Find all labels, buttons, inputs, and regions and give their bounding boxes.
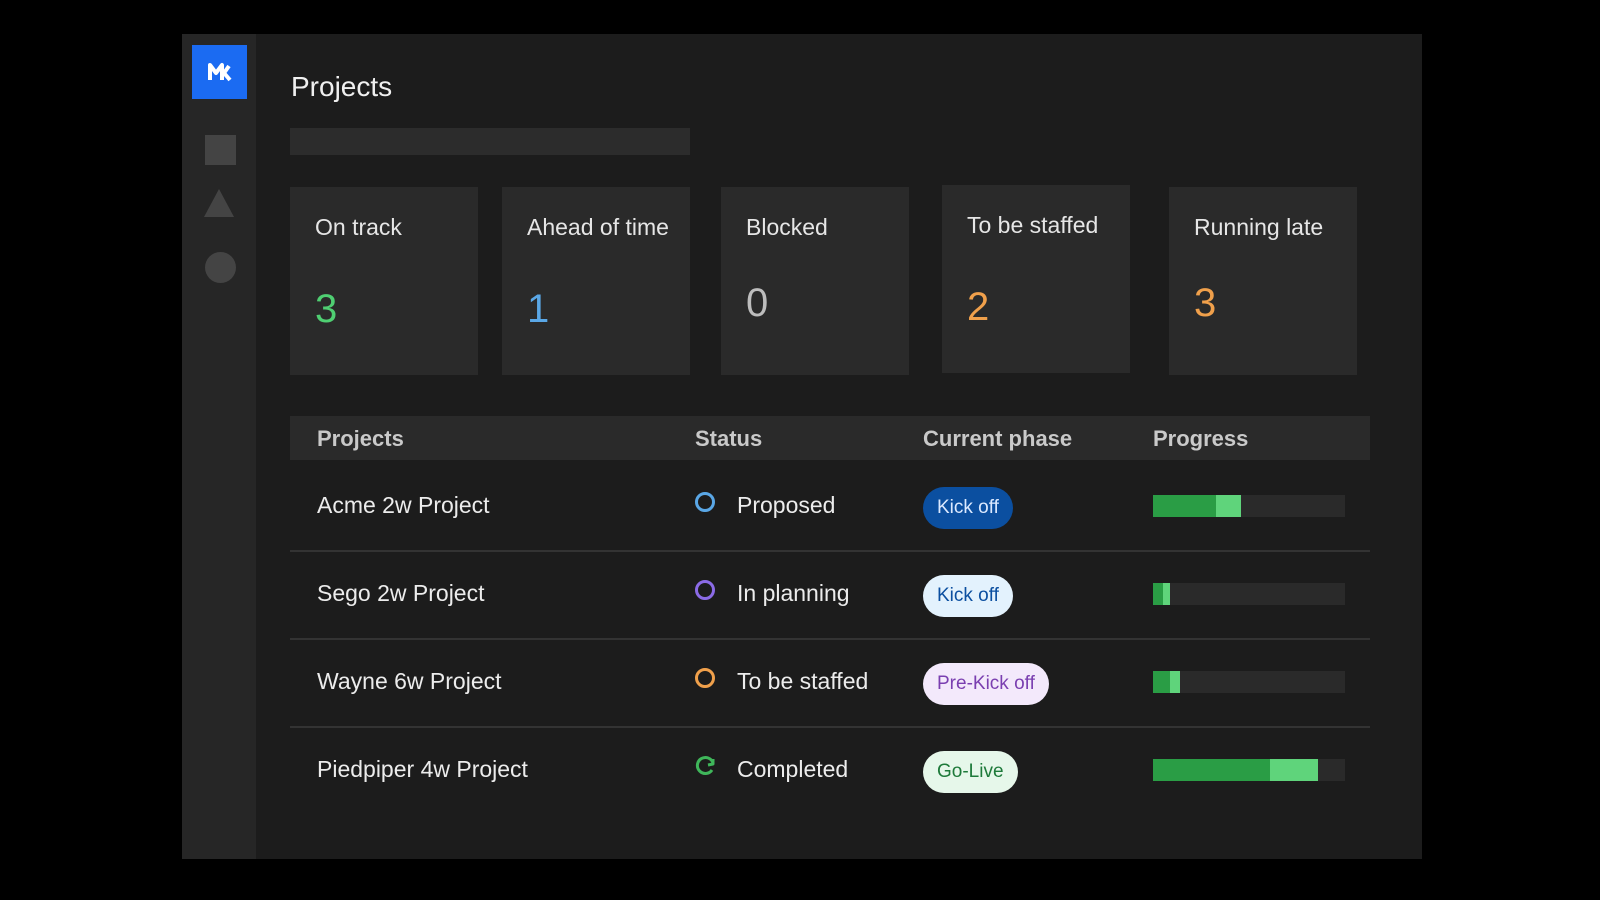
table-row[interactable]: Piedpiper 4w Project Completed Go-Live: [290, 726, 1370, 814]
summary-card-blocked[interactable]: Blocked 0: [721, 187, 909, 375]
card-value: 3: [1194, 281, 1217, 325]
table-header: Projects Status Current phase Progress: [290, 416, 1370, 460]
progress-complete: [1153, 583, 1163, 605]
circle-icon: [695, 580, 715, 600]
phase-pill[interactable]: Kick off: [923, 575, 1013, 617]
table-row[interactable]: Wayne 6w Project To be staffed Pre-Kick …: [290, 638, 1370, 728]
app-logo[interactable]: [192, 45, 247, 99]
progress-in-progress: [1216, 495, 1242, 517]
status-text: Completed: [737, 756, 849, 782]
phase-pill[interactable]: Go-Live: [923, 751, 1018, 793]
project-name[interactable]: Wayne 6w Project: [317, 668, 502, 695]
column-header-progress[interactable]: Progress: [1153, 426, 1248, 452]
summary-card-to-be-staffed[interactable]: To be staffed 2: [942, 185, 1130, 373]
progress-bar: [1153, 759, 1345, 781]
card-value: 1: [527, 287, 550, 331]
column-header-status[interactable]: Status: [695, 426, 762, 452]
card-value: 2: [967, 285, 990, 329]
phase-pill[interactable]: Kick off: [923, 487, 1013, 529]
triangle-icon[interactable]: [204, 189, 234, 217]
progress-bar: [1153, 671, 1345, 693]
app-window: Projects On track 3 Ahead of time 1 Bloc…: [182, 34, 1422, 859]
table-row[interactable]: Sego 2w Project In planning Kick off: [290, 550, 1370, 640]
progress-complete: [1153, 495, 1217, 517]
card-label: Blocked: [746, 214, 828, 240]
project-name[interactable]: Piedpiper 4w Project: [317, 756, 528, 783]
status-text: To be staffed: [737, 668, 869, 694]
logo-icon: [207, 63, 232, 82]
column-header-current-phase[interactable]: Current phase: [923, 426, 1072, 452]
project-name[interactable]: Sego 2w Project: [317, 580, 484, 607]
summary-card-on-track[interactable]: On track 3: [290, 187, 478, 375]
check-circle-icon: [695, 756, 715, 775]
left-rail: [182, 34, 256, 859]
progress-complete: [1153, 671, 1171, 693]
circle-icon[interactable]: [205, 252, 236, 283]
page-title: Projects: [291, 71, 393, 102]
summary-card-running-late[interactable]: Running late 3: [1169, 187, 1357, 375]
circle-icon: [695, 492, 715, 512]
card-label: Ahead of time: [527, 214, 669, 240]
card-label: Running late: [1194, 214, 1324, 240]
progress-complete: [1153, 759, 1271, 781]
phase-pill[interactable]: Pre-Kick off: [923, 663, 1049, 705]
card-value: 0: [746, 281, 769, 325]
main-content: Projects On track 3 Ahead of time 1 Bloc…: [256, 34, 1422, 859]
table-row[interactable]: Acme 2w Project Proposed Kick off: [290, 462, 1370, 552]
card-value: 3: [315, 287, 338, 331]
project-name[interactable]: Acme 2w Project: [317, 492, 490, 519]
card-label: To be staffed: [967, 212, 1099, 238]
summary-card-ahead-of-time[interactable]: Ahead of time 1: [502, 187, 690, 375]
progress-in-progress: [1162, 583, 1171, 605]
card-label: On track: [315, 214, 402, 240]
status-text: Proposed: [737, 492, 836, 518]
progress-bar: [1153, 495, 1345, 517]
column-header-projects[interactable]: Projects: [317, 426, 404, 452]
status-text: In planning: [737, 580, 850, 606]
progress-in-progress: [1270, 759, 1319, 781]
square-icon[interactable]: [205, 135, 236, 165]
progress-in-progress: [1170, 671, 1180, 693]
circle-icon: [695, 668, 715, 688]
search-input[interactable]: [290, 128, 690, 155]
progress-bar: [1153, 583, 1345, 605]
